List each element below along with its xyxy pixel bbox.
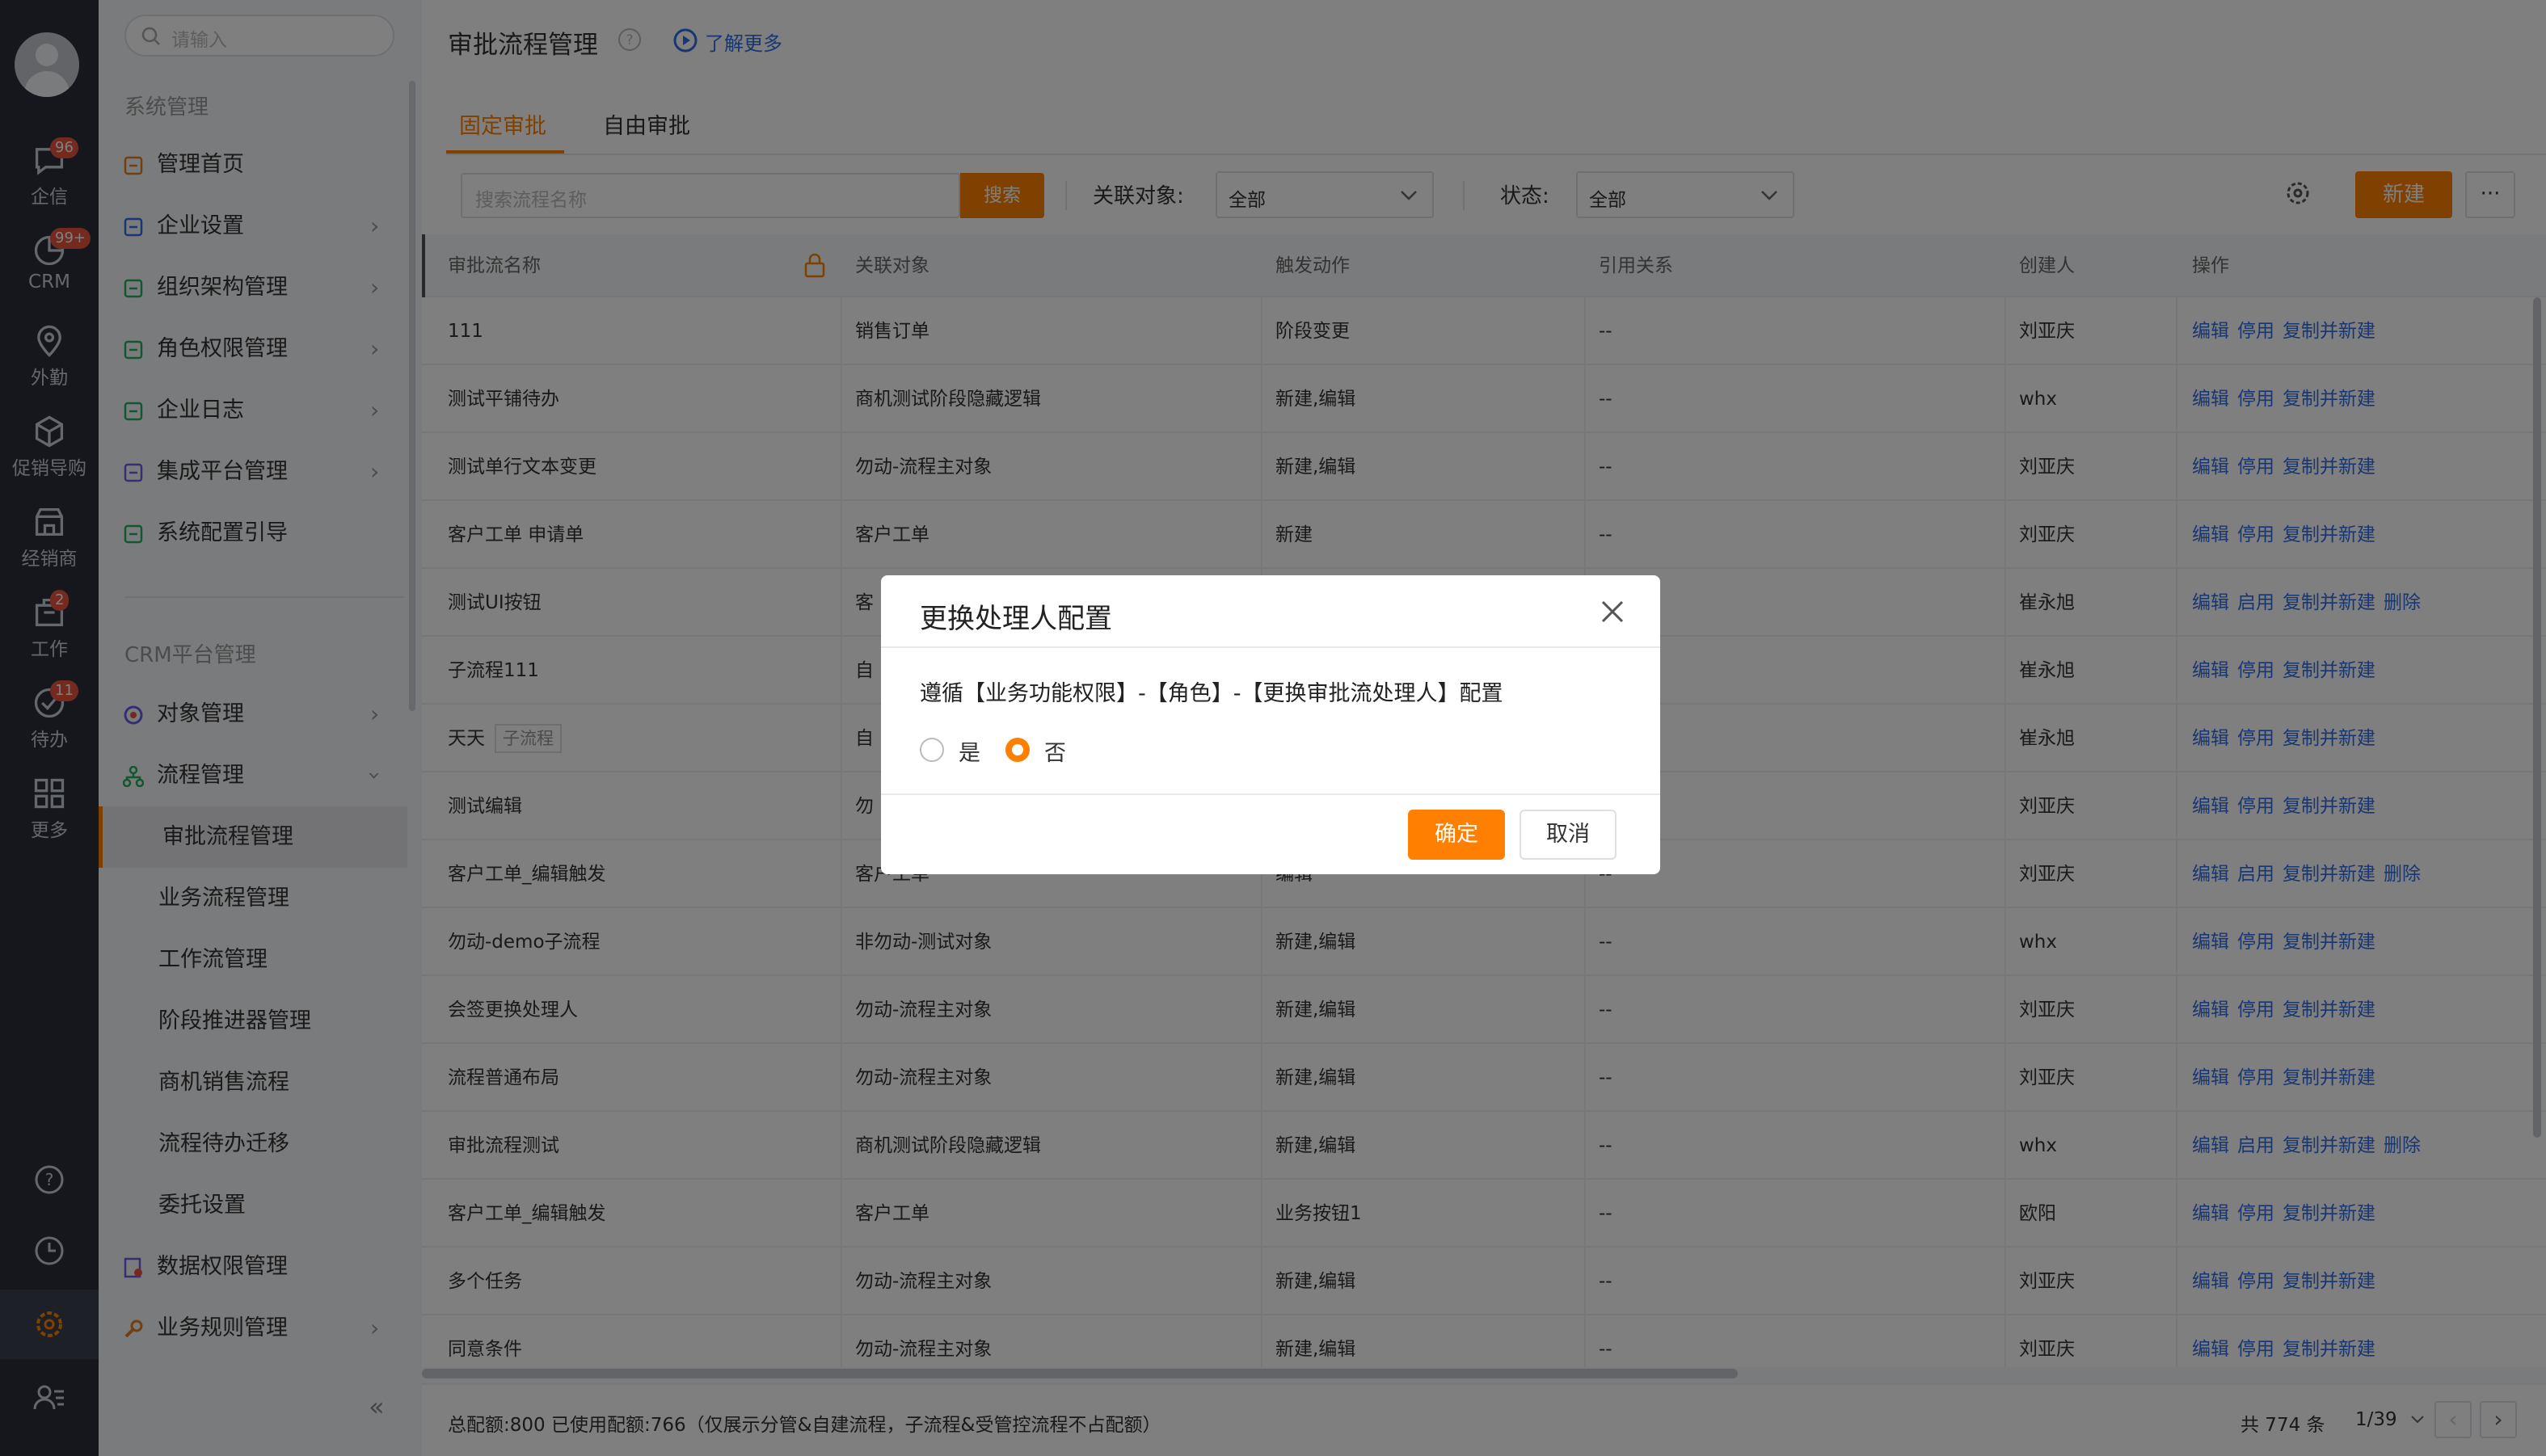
radio-no[interactable]: 否 — [1005, 734, 1070, 766]
radio-circle-checked — [1005, 738, 1030, 762]
cancel-button[interactable]: 取消 — [1520, 810, 1617, 860]
radio-circle — [920, 738, 944, 762]
modal-title: 更换处理人配置 — [920, 603, 1112, 635]
radio-yes[interactable]: 是 — [920, 734, 980, 766]
modal-divider — [881, 646, 1660, 648]
confirm-button[interactable]: 确定 — [1408, 810, 1505, 860]
modal-description: 遵循【业务功能权限】-【角色】-【更换审批流处理人】配置 — [920, 681, 1503, 706]
reassign-handler-modal: 更换处理人配置 遵循【业务功能权限】-【角色】-【更换审批流处理人】配置 是 否… — [881, 575, 1660, 874]
close-icon[interactable] — [1599, 598, 1626, 625]
modal-footer-divider — [881, 793, 1660, 795]
